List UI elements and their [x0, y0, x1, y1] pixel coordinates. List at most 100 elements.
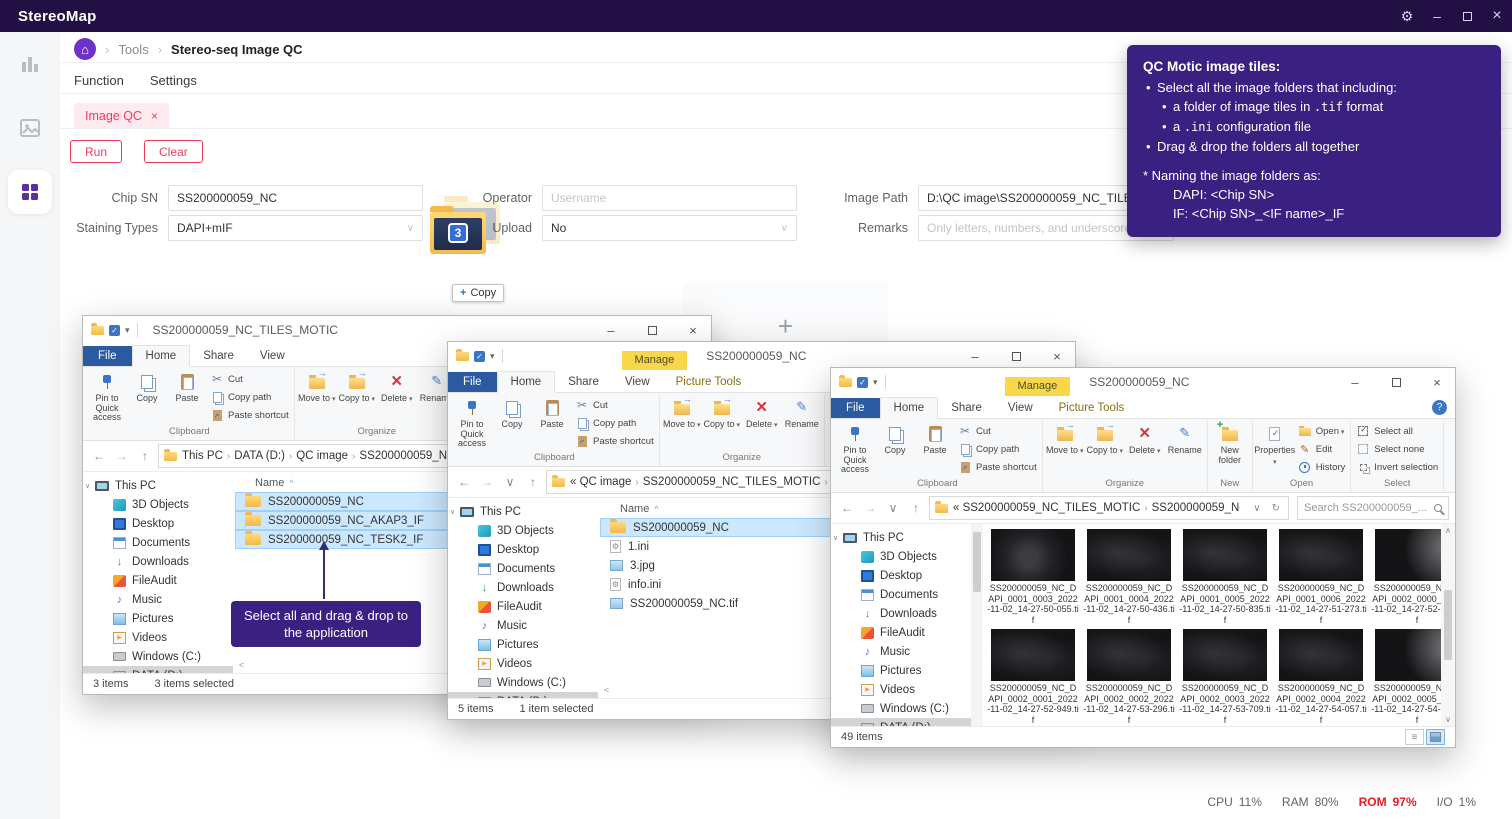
nav-item[interactable]: DATA (D:)	[448, 692, 598, 698]
chevron-down-icon[interactable]: ▾	[490, 351, 495, 362]
ribbon-button[interactable]: Move to	[662, 395, 702, 451]
image-tile[interactable]: SS200000059_NC_DAPI_0002_0000_2022-11-02…	[1371, 529, 1441, 625]
nav-item[interactable]: Videos	[448, 654, 598, 673]
thumbnail-view-button[interactable]	[1426, 729, 1445, 745]
explorer-tab[interactable]: File	[831, 398, 880, 418]
image-tile[interactable]: SS200000059_NC_DAPI_0002_0001_2022-11-02…	[987, 629, 1079, 725]
nav-item[interactable]: 3D Objects	[83, 495, 233, 514]
explorer-tab[interactable]: File	[83, 346, 132, 366]
nav-item[interactable]: FileAudit	[448, 597, 598, 616]
back-icon[interactable]: ←	[454, 475, 474, 489]
minimize-button[interactable]: –	[1337, 368, 1373, 396]
ribbon-button[interactable]: Select all	[1356, 424, 1438, 439]
ribbon-button[interactable]: Delete	[377, 369, 417, 425]
ribbon-button[interactable]: Copy	[875, 421, 915, 477]
breadcrumb-segment[interactable]: SS200000059_NC_TILES_MOTIC›	[643, 476, 830, 488]
file-row[interactable]: SS200000059_NC	[600, 518, 858, 537]
explorer-tab[interactable]: View	[247, 346, 298, 366]
up-icon[interactable]: ↑	[135, 449, 155, 463]
explorer-tab[interactable]: Home	[497, 371, 556, 393]
ribbon-button[interactable]: Move to	[1045, 421, 1085, 477]
ribbon-button[interactable]: Delete	[1125, 421, 1165, 477]
ribbon-button[interactable]: Rename	[1165, 421, 1205, 477]
ribbon-button[interactable]: Paste shortcut	[575, 434, 654, 449]
dropdown-icon[interactable]: ∨	[500, 475, 520, 489]
file-row[interactable]: SS200000059_NC.tif	[600, 594, 858, 613]
nav-item[interactable]: Windows (C:)	[83, 647, 233, 666]
ribbon-button[interactable]: Copy	[492, 395, 532, 451]
explorer-tab[interactable]: Share	[555, 372, 612, 392]
nav-item[interactable]: Pictures	[831, 661, 971, 680]
settings-gear-icon[interactable]: ⚙	[1392, 0, 1422, 32]
menu-settings[interactable]: Settings	[150, 73, 197, 88]
explorer-tab[interactable]: Share	[190, 346, 247, 366]
ribbon-button[interactable]: Paste	[167, 369, 207, 425]
image-tile[interactable]: SS200000059_NC_DAPI_0001_0006_2022-11-02…	[1275, 529, 1367, 625]
chevron-down-icon[interactable]: ▾	[125, 325, 130, 336]
search-box[interactable]: Search SS200000059_...	[1297, 496, 1449, 520]
ribbon-button[interactable]: Rename	[782, 395, 822, 451]
back-icon[interactable]: ←	[89, 449, 109, 463]
refresh-icon[interactable]: ↻	[1269, 503, 1283, 514]
ribbon-button[interactable]: Copy path	[958, 442, 1037, 457]
nav-item[interactable]: This PC	[448, 502, 598, 521]
nav-item[interactable]: Windows (C:)	[831, 699, 971, 718]
sidebar-item-tools-active[interactable]	[0, 160, 60, 224]
nav-item[interactable]: Music	[448, 616, 598, 635]
ribbon-button[interactable]: Cut	[958, 424, 1037, 439]
ribbon-button[interactable]: New folder	[1210, 421, 1250, 477]
image-tile[interactable]: SS200000059_NC_DAPI_0001_0004_2022-11-02…	[1083, 529, 1175, 625]
explorer-tab[interactable]: Home	[880, 397, 939, 419]
nav-item[interactable]: Desktop	[83, 514, 233, 533]
breadcrumb-segment[interactable]: This PC›	[182, 450, 232, 462]
nav-item[interactable]: DATA (D:)	[831, 718, 971, 726]
image-tile[interactable]: SS200000059_NC_DAPI_0002_0005_2022-11-02…	[1371, 629, 1441, 725]
nav-item[interactable]: Pictures	[83, 609, 233, 628]
ribbon-button[interactable]: Invert selection	[1356, 460, 1438, 475]
chip-sn-input[interactable]	[168, 185, 423, 211]
scrollbar-thumb[interactable]	[1444, 590, 1452, 660]
home-icon[interactable]: ⌂	[74, 38, 96, 60]
upload-select[interactable]: No ∨	[542, 215, 797, 241]
content-scrollbar[interactable]: ∧ ∨	[1441, 524, 1455, 726]
ribbon-button[interactable]: History	[1298, 460, 1346, 475]
nav-item[interactable]: Desktop	[448, 540, 598, 559]
nav-item[interactable]: Music	[83, 590, 233, 609]
ribbon-button[interactable]: Paste shortcut	[210, 408, 289, 423]
close-button[interactable]: ×	[675, 316, 711, 344]
scrollbar-thumb[interactable]	[973, 532, 981, 592]
close-button[interactable]: ×	[1419, 368, 1455, 396]
scroll-left-icon[interactable]: <	[239, 660, 244, 670]
ribbon-button[interactable]: Paste shortcut	[958, 460, 1037, 475]
manage-context-tab[interactable]: Manage	[1005, 377, 1071, 396]
ribbon-button[interactable]: Copy to	[337, 369, 377, 425]
close-button[interactable]: ×	[1039, 342, 1075, 370]
nav-item[interactable]: FileAudit	[831, 623, 971, 642]
ribbon-button[interactable]: Pin to Quick access	[452, 395, 492, 451]
nav-item[interactable]: DATA (D:)	[83, 666, 233, 673]
ribbon-button[interactable]: Paste	[532, 395, 572, 451]
nav-item[interactable]: Desktop	[831, 566, 971, 585]
image-tile[interactable]: SS200000059_NC_DAPI_0002_0004_2022-11-02…	[1275, 629, 1367, 725]
nav-item[interactable]: 3D Objects	[831, 547, 971, 566]
breadcrumb-segment[interactable]: SS200000059_NC›	[1152, 502, 1241, 514]
help-icon[interactable]: ?	[1432, 400, 1447, 415]
nav-item[interactable]: Music	[831, 642, 971, 661]
minimize-button[interactable]: –	[957, 342, 993, 370]
back-icon[interactable]: ←	[837, 501, 857, 515]
nav-scrollbar[interactable]	[971, 524, 983, 726]
nav-item[interactable]: FileAudit	[83, 571, 233, 590]
ribbon-button[interactable]: Pin to Quick access	[87, 369, 127, 425]
nav-item[interactable]: Documents	[831, 585, 971, 604]
sidebar-item-images[interactable]	[0, 96, 60, 160]
nav-item[interactable]: Pictures	[448, 635, 598, 654]
explorer-tab[interactable]: View	[612, 372, 663, 392]
ribbon-button[interactable]: Edit	[1298, 442, 1346, 457]
clear-button[interactable]: Clear	[144, 140, 203, 163]
staining-types-select[interactable]: DAPI+mIF ∨	[168, 215, 423, 241]
manage-context-tab[interactable]: Manage	[622, 351, 688, 370]
close-button[interactable]: ×	[1482, 0, 1512, 32]
scroll-down-icon[interactable]: ∨	[1445, 715, 1451, 724]
nav-item[interactable]: 3D Objects	[448, 521, 598, 540]
explorer-tab[interactable]: View	[995, 398, 1046, 418]
